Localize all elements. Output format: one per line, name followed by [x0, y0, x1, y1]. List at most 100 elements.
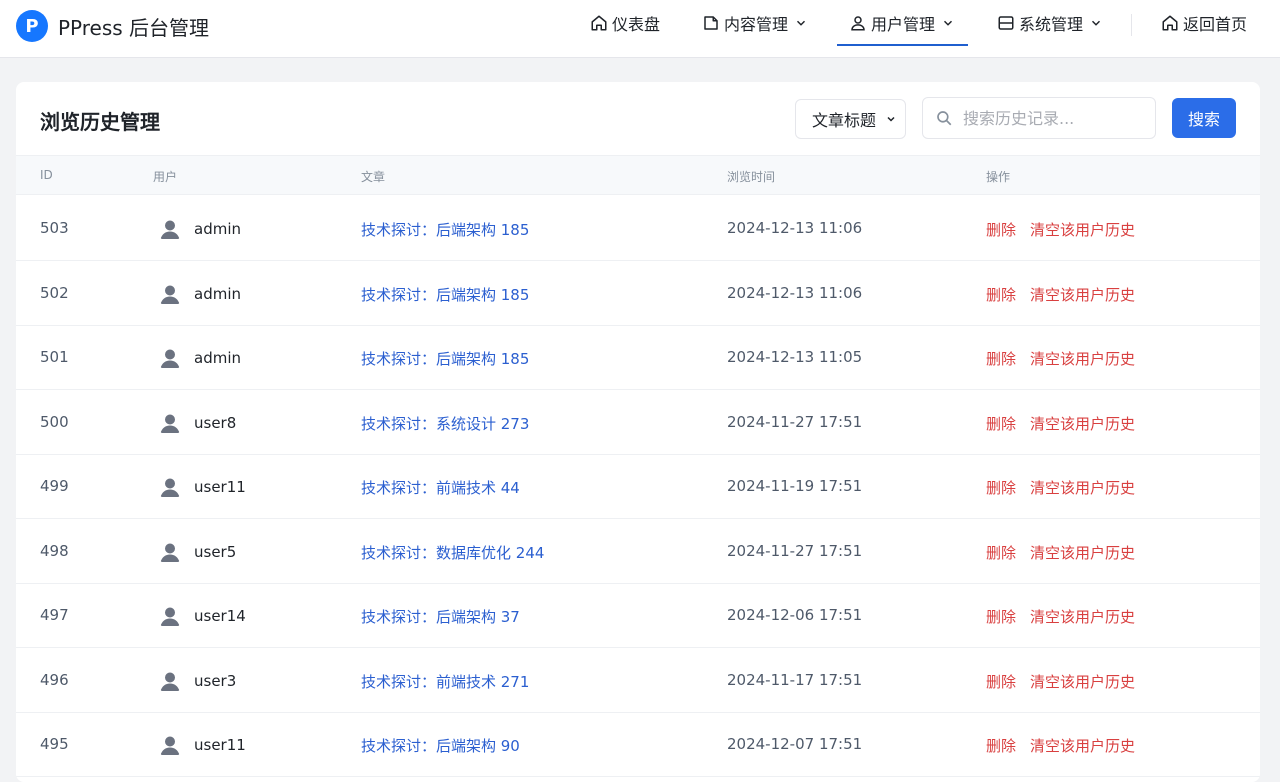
nav-dashboard[interactable]: 仪表盘: [590, 0, 660, 46]
active-tab-indicator: [837, 44, 968, 46]
row-id: 498: [40, 542, 69, 560]
column-header-user: 用户: [153, 170, 178, 184]
table-header: ID 用户 文章 浏览时间 操作: [16, 155, 1260, 195]
row-article-link[interactable]: 技术探讨：后端架构 90: [361, 735, 520, 756]
row-id: 497: [40, 606, 69, 624]
row-id: 500: [40, 413, 69, 431]
clear-user-history-button[interactable]: 清空该用户历史: [1030, 671, 1135, 692]
table-row: 498 user5 技术探讨：数据库优化 244 2024-11-27 17:5…: [16, 519, 1260, 584]
delete-button[interactable]: 删除: [986, 606, 1016, 627]
chevron-down-icon: [944, 20, 953, 26]
nav-system-management[interactable]: 系统管理: [997, 0, 1103, 46]
row-article-link[interactable]: 技术探讨：后端架构 185: [361, 219, 529, 240]
nav-content-management[interactable]: 内容管理: [702, 0, 808, 46]
row-article-link[interactable]: 技术探讨：后端架构 185: [361, 284, 529, 305]
search-field-select[interactable]: 文章标题: [795, 99, 906, 139]
row-id: 501: [40, 348, 69, 366]
row-id: 499: [40, 477, 69, 495]
delete-button[interactable]: 删除: [986, 735, 1016, 756]
clear-user-history-button[interactable]: 清空该用户历史: [1030, 735, 1135, 756]
delete-button[interactable]: 删除: [986, 219, 1016, 240]
row-view-time: 2024-11-27 17:51: [727, 413, 863, 431]
nav-system-label: 系统管理: [1019, 15, 1084, 34]
search-button[interactable]: 搜索: [1172, 98, 1236, 138]
history-card: 浏览历史管理 文章标题 搜索 ID 用户 文章 浏览时间 操作 503 admi…: [16, 82, 1260, 782]
brand[interactable]: P PPress 后台管理: [16, 9, 209, 43]
user-avatar-icon: [157, 539, 183, 565]
delete-button[interactable]: 删除: [986, 348, 1016, 369]
row-article-link[interactable]: 技术探讨：后端架构 185: [361, 348, 529, 369]
row-article-link[interactable]: 技术探讨：前端技术 44: [361, 477, 520, 498]
user-avatar-icon: [157, 474, 183, 500]
clear-user-history-button[interactable]: 清空该用户历史: [1030, 606, 1135, 627]
row-user: user3: [157, 668, 236, 694]
clear-user-history-button[interactable]: 清空该用户历史: [1030, 542, 1135, 563]
table-row: 496 user3 技术探讨：前端技术 271 2024-11-17 17:51…: [16, 648, 1260, 713]
row-view-time: 2024-11-19 17:51: [727, 477, 863, 495]
table-row: 502 admin 技术探讨：后端架构 185 2024-12-13 11:06…: [16, 261, 1260, 326]
row-username: admin: [194, 285, 241, 303]
clear-user-history-button[interactable]: 清空该用户历史: [1030, 219, 1135, 240]
row-user: admin: [157, 281, 241, 307]
row-user: user14: [157, 603, 246, 629]
row-id: 495: [40, 735, 69, 753]
top-navbar: P PPress 后台管理 仪表盘 内容管理 用户管理 系统管理 返回首页: [0, 0, 1280, 58]
user-avatar-icon: [157, 732, 183, 758]
table-row: 500 user8 技术探讨：系统设计 273 2024-11-27 17:51…: [16, 390, 1260, 455]
home-icon: [591, 15, 607, 31]
row-view-time: 2024-12-13 11:06: [727, 219, 863, 237]
clear-user-history-button[interactable]: 清空该用户历史: [1030, 477, 1135, 498]
user-avatar-icon: [157, 668, 183, 694]
row-article-link[interactable]: 技术探讨：数据库优化 244: [361, 542, 544, 563]
row-username: user5: [194, 543, 237, 561]
server-icon: [998, 16, 1014, 30]
row-article-link[interactable]: 技术探讨：前端技术 271: [361, 671, 529, 692]
clear-user-history-button[interactable]: 清空该用户历史: [1030, 284, 1135, 305]
delete-button[interactable]: 删除: [986, 413, 1016, 434]
row-view-time: 2024-12-06 17:51: [727, 606, 863, 624]
row-user: admin: [157, 345, 241, 371]
row-username: user11: [194, 736, 246, 754]
chevron-down-icon: [887, 116, 895, 122]
row-username: admin: [194, 349, 241, 367]
table-row: 497 user14 技术探讨：后端架构 37 2024-12-06 17:51…: [16, 583, 1260, 648]
delete-button[interactable]: 删除: [986, 284, 1016, 305]
table-row: 495 user11 技术探讨：后端架构 90 2024-12-07 17:51…: [16, 712, 1260, 777]
row-user: user11: [157, 474, 246, 500]
delete-button[interactable]: 删除: [986, 477, 1016, 498]
clear-user-history-button[interactable]: 清空该用户历史: [1030, 348, 1135, 369]
row-article-link[interactable]: 技术探讨：后端架构 37: [361, 606, 520, 627]
row-user: user11: [157, 732, 246, 758]
row-id: 503: [40, 219, 69, 237]
row-username: user8: [194, 414, 237, 432]
search-icon: [937, 111, 952, 126]
row-username: user3: [194, 672, 237, 690]
row-article-link[interactable]: 技术探讨：系统设计 273: [361, 413, 529, 434]
row-view-time: 2024-12-07 17:51: [727, 735, 863, 753]
user-avatar-icon: [157, 603, 183, 629]
column-header-actions: 操作: [986, 170, 1011, 184]
user-avatar-icon: [157, 216, 183, 242]
clear-user-history-button[interactable]: 清空该用户历史: [1030, 413, 1135, 434]
row-username: user14: [194, 607, 246, 625]
table-row: 503 admin 技术探讨：后端架构 185 2024-12-13 11:06…: [16, 196, 1260, 261]
nav-back-home[interactable]: 返回首页: [1161, 0, 1247, 46]
column-header-article: 文章: [361, 170, 386, 184]
page-title: 浏览历史管理: [40, 110, 160, 134]
row-user: user5: [157, 539, 236, 565]
chevron-down-icon: [797, 20, 806, 26]
search-field-select-value: 文章标题: [812, 111, 877, 130]
delete-button[interactable]: 删除: [986, 542, 1016, 563]
row-view-time: 2024-12-13 11:05: [727, 348, 863, 366]
delete-button[interactable]: 删除: [986, 671, 1016, 692]
user-avatar-icon: [157, 410, 183, 436]
column-header-id: ID: [40, 168, 53, 182]
row-view-time: 2024-12-13 11:06: [727, 284, 863, 302]
search-input[interactable]: [963, 108, 1143, 128]
nav-content-label: 内容管理: [724, 15, 789, 34]
brand-logo: P: [16, 10, 48, 42]
nav-dashboard-label: 仪表盘: [612, 15, 661, 34]
nav-user-management[interactable]: 用户管理: [849, 0, 955, 46]
row-view-time: 2024-11-17 17:51: [727, 671, 863, 689]
search-box: [922, 97, 1156, 139]
